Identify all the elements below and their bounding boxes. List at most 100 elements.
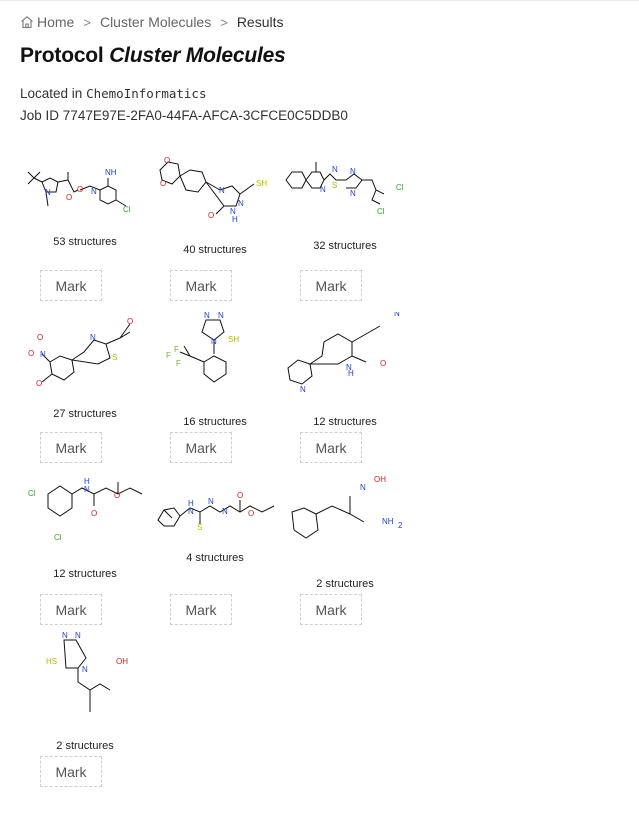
svg-text:N: N xyxy=(360,483,366,492)
svg-text:N: N xyxy=(394,312,400,318)
structure-image: O N O O N S O xyxy=(28,317,133,388)
svg-text:N: N xyxy=(84,485,90,494)
structure-image: O O N SH N N O H xyxy=(159,156,267,224)
svg-text:Cl: Cl xyxy=(28,489,36,498)
mark-button[interactable]: Mark xyxy=(40,432,102,463)
svg-text:N: N xyxy=(219,186,225,195)
structure-count: 16 structures xyxy=(183,416,247,428)
breadcrumb-home[interactable]: Home xyxy=(20,14,74,30)
svg-text:N: N xyxy=(90,333,96,342)
svg-text:F: F xyxy=(176,359,181,368)
svg-text:NH: NH xyxy=(382,517,394,526)
svg-text:O: O xyxy=(127,317,133,326)
job-id-value: 7747E97E-2FA0-44FA-AFCA-3CFCE0C5DDB0 xyxy=(62,108,348,123)
structure-image: N OH NH 2 xyxy=(291,475,403,539)
job-id-line: Job ID 7747E97E-2FA0-44FA-AFCA-3CFCE0C5D… xyxy=(20,108,348,123)
svg-text:H: H xyxy=(232,215,238,224)
svg-text:O: O xyxy=(160,179,166,188)
breadcrumb-separator: > xyxy=(220,14,228,30)
svg-text:N: N xyxy=(211,337,217,346)
mark-button[interactable]: Mark xyxy=(170,270,232,301)
mark-button[interactable]: Mark xyxy=(300,594,362,625)
page-title-prefix: Protocol xyxy=(20,44,104,67)
svg-text:O: O xyxy=(36,379,42,388)
svg-text:S: S xyxy=(332,181,337,190)
breadcrumb-cluster-molecules[interactable]: Cluster Molecules xyxy=(100,14,211,30)
svg-text:F: F xyxy=(166,351,171,360)
breadcrumb-current: Results xyxy=(236,14,284,30)
structure-image: N N N HS OH xyxy=(46,632,128,712)
mark-button[interactable]: Mark xyxy=(40,594,102,625)
page-title: Protocol Cluster Molecules xyxy=(20,44,286,68)
breadcrumb: Home > Cluster Molecules > Results xyxy=(20,13,284,31)
svg-text:O: O xyxy=(37,333,43,342)
svg-text:O: O xyxy=(164,156,170,165)
svg-text:N: N xyxy=(208,497,214,506)
svg-text:N: N xyxy=(222,507,228,516)
mark-button[interactable]: Mark xyxy=(170,594,232,625)
home-icon xyxy=(21,16,33,29)
svg-text:N: N xyxy=(40,350,46,359)
svg-text:S: S xyxy=(197,523,202,532)
job-id-label: Job ID xyxy=(20,108,60,123)
structure-image: N N N SH F F F xyxy=(166,312,239,383)
structure-image: N O O N NH Cl xyxy=(27,168,131,214)
svg-text:N: N xyxy=(75,632,81,640)
breadcrumb-home-label: Home xyxy=(37,14,75,30)
svg-text:O: O xyxy=(28,349,34,358)
svg-text:S: S xyxy=(112,353,117,362)
mark-button[interactable]: Mark xyxy=(170,432,232,463)
breadcrumb-separator: > xyxy=(83,14,91,30)
structure-image: N S N N N Cl Cl xyxy=(285,162,404,216)
structure-count: 32 structures xyxy=(313,240,377,252)
location-value: ChemoInformatics xyxy=(86,86,207,101)
svg-text:O: O xyxy=(114,491,120,500)
svg-text:O: O xyxy=(77,185,83,194)
svg-text:N: N xyxy=(238,199,244,208)
svg-text:N: N xyxy=(91,187,97,196)
svg-text:O: O xyxy=(91,509,97,518)
svg-text:Cl: Cl xyxy=(377,207,385,216)
svg-text:N: N xyxy=(218,312,224,320)
page-title-protocol-name: Cluster Molecules xyxy=(109,44,286,67)
structure-count: 12 structures xyxy=(313,416,377,428)
structure-image: N N H O N xyxy=(287,312,400,394)
mark-button[interactable]: Mark xyxy=(40,270,102,301)
svg-text:OH: OH xyxy=(374,475,386,484)
svg-text:O: O xyxy=(380,359,386,368)
svg-text:F: F xyxy=(174,345,179,354)
structure-count: 2 structures xyxy=(316,578,374,590)
svg-text:N: N xyxy=(350,189,356,198)
svg-text:Cl: Cl xyxy=(123,205,131,214)
svg-text:N: N xyxy=(82,665,88,674)
svg-text:N: N xyxy=(188,507,194,516)
svg-text:O: O xyxy=(237,491,243,500)
svg-text:O: O xyxy=(66,193,72,202)
mark-button[interactable]: Mark xyxy=(300,270,362,301)
svg-text:SH: SH xyxy=(256,179,267,188)
structure-count: 53 structures xyxy=(53,236,117,248)
svg-text:O: O xyxy=(208,211,214,220)
svg-text:HS: HS xyxy=(46,657,57,666)
structure-count: 2 structures xyxy=(56,740,114,752)
svg-text:N: N xyxy=(320,185,326,194)
structure-count: 40 structures xyxy=(183,244,247,256)
svg-text:N: N xyxy=(300,385,306,394)
svg-text:N: N xyxy=(332,165,338,174)
svg-text:N: N xyxy=(45,188,51,197)
mark-button[interactable]: Mark xyxy=(300,432,362,463)
svg-text:H: H xyxy=(348,369,354,378)
svg-text:NH: NH xyxy=(105,168,117,177)
mark-button[interactable]: Mark xyxy=(40,756,102,787)
svg-text:OH: OH xyxy=(116,657,128,666)
location-line: Located in ChemoInformatics xyxy=(20,86,207,101)
svg-text:O: O xyxy=(248,509,254,518)
svg-text:N: N xyxy=(62,632,68,640)
svg-text:N: N xyxy=(350,167,356,176)
top-divider xyxy=(0,0,639,1)
structure-count: 27 structures xyxy=(53,408,117,420)
structure-count: 4 structures xyxy=(186,552,244,564)
location-label: Located in xyxy=(20,86,83,101)
structure-image: H N S N N O O xyxy=(157,491,275,532)
structure-image: Cl Cl H N O O xyxy=(28,477,143,542)
